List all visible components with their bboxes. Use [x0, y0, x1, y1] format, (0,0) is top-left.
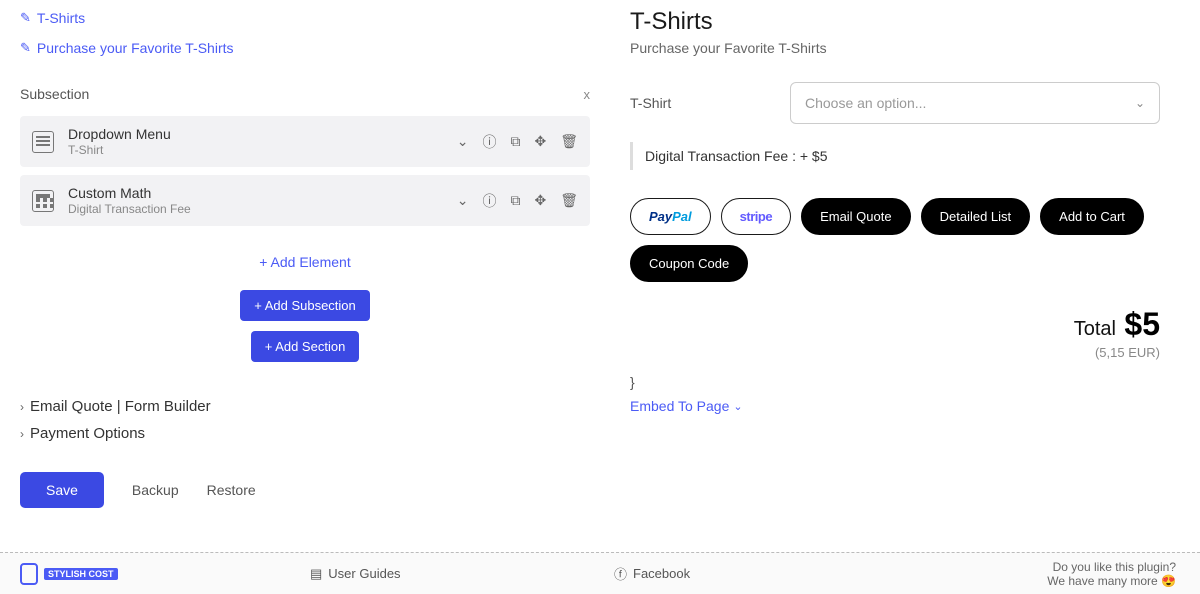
total-eur: (5,15 EUR) [630, 345, 1160, 360]
copy-icon[interactable]: ⧉ [510, 192, 520, 209]
footer: STYLISH COST ▤ User Guides ⓕ Facebook Do… [0, 552, 1200, 594]
preview-subtitle: Purchase your Favorite T-Shirts [630, 40, 1160, 56]
pencil-icon: ✎ [20, 10, 31, 26]
plugin-badge: STYLISH COST [20, 563, 118, 585]
chevron-down-icon: ⌄ [733, 400, 742, 413]
accordion-label: Email Quote | Form Builder [30, 398, 211, 415]
stripe-logo: stripe [740, 209, 772, 224]
pencil-icon: ✎ [20, 40, 31, 56]
title-text: T-Shirts [37, 10, 85, 26]
trash-icon[interactable]: 🗑 [560, 192, 578, 209]
chevron-down-icon[interactable]: ⌄ [457, 133, 469, 150]
field-label: T-Shirt [630, 95, 760, 111]
element-controls: ⌄ ⓘ ⧉ ✥ 🗑 [457, 191, 578, 211]
subsection-header: Subsection x [20, 86, 590, 102]
add-subsection-button[interactable]: + Add Subsection [240, 290, 370, 321]
select-placeholder: Choose an option... [805, 95, 926, 111]
paypal-logo: PayPal [649, 209, 692, 224]
facebook-link[interactable]: ⓕ Facebook [614, 564, 690, 583]
embed-label: Embed To Page [630, 398, 729, 414]
save-bar: Save Backup Restore [20, 472, 590, 508]
facebook-icon: ⓕ [614, 564, 627, 583]
tshirt-select[interactable]: Choose an option... ⌄ [790, 82, 1160, 124]
accordion-payment-options[interactable]: › Payment Options [20, 425, 590, 442]
element-title: Dropdown Menu [68, 126, 443, 142]
preview-title: T-Shirts [630, 8, 1160, 36]
user-guides-link[interactable]: ▤ User Guides [310, 566, 401, 582]
add-section-button[interactable]: + Add Section [251, 331, 360, 362]
editable-title[interactable]: ✎ T-Shirts [20, 10, 590, 26]
element-custom-math[interactable]: Custom Math Digital Transaction Fee ⌄ ⓘ … [20, 175, 590, 226]
closing-brace: } [630, 374, 1160, 390]
dropdown-icon [32, 131, 54, 153]
copy-icon[interactable]: ⧉ [510, 133, 520, 150]
stripe-button[interactable]: stripe [721, 198, 791, 235]
paypal-button[interactable]: PayPal [630, 198, 711, 235]
move-icon[interactable]: ✥ [534, 133, 546, 150]
add-element-link[interactable]: + Add Element [20, 254, 590, 270]
total-row: Total $5 (5,15 EUR) [630, 306, 1160, 360]
subtitle-text: Purchase your Favorite T-Shirts [37, 40, 234, 56]
info-icon[interactable]: ⓘ [482, 191, 496, 211]
element-controls: ⌄ ⓘ ⧉ ✥ 🗑 [457, 132, 578, 152]
chevron-down-icon: ⌄ [1135, 96, 1145, 110]
chevron-down-icon[interactable]: ⌄ [457, 192, 469, 209]
editor-panel: ✎ T-Shirts ✎ Purchase your Favorite T-Sh… [0, 0, 610, 594]
chevron-right-icon: › [20, 427, 24, 441]
move-icon[interactable]: ✥ [534, 192, 546, 209]
total-value: $5 [1124, 306, 1160, 342]
action-buttons: PayPal stripe Email Quote Detailed List … [630, 198, 1160, 235]
tshirt-field-row: T-Shirt Choose an option... ⌄ [630, 82, 1160, 124]
element-sub: T-Shirt [68, 143, 443, 157]
element-text: Dropdown Menu T-Shirt [68, 126, 443, 157]
subsection-label: Subsection [20, 86, 89, 102]
restore-link[interactable]: Restore [207, 482, 256, 498]
save-button[interactable]: Save [20, 472, 104, 508]
total-label: Total [1074, 318, 1116, 340]
calculator-icon [32, 190, 54, 212]
email-quote-button[interactable]: Email Quote [801, 198, 911, 235]
badge-icon [20, 563, 38, 585]
element-title: Custom Math [68, 185, 443, 201]
preview-panel: T-Shirts Purchase your Favorite T-Shirts… [610, 0, 1200, 594]
accordion-label: Payment Options [30, 425, 145, 442]
embed-to-page-link[interactable]: Embed To Page ⌄ [630, 398, 1160, 414]
book-icon: ▤ [310, 566, 322, 582]
backup-link[interactable]: Backup [132, 482, 179, 498]
element-dropdown-menu[interactable]: Dropdown Menu T-Shirt ⌄ ⓘ ⧉ ✥ 🗑 [20, 116, 590, 167]
transaction-fee: Digital Transaction Fee : + $5 [630, 142, 1160, 170]
trash-icon[interactable]: 🗑 [560, 133, 578, 150]
detailed-list-button[interactable]: Detailed List [921, 198, 1031, 235]
footer-cta: Do you like this plugin? We have many mo… [1047, 560, 1176, 588]
badge-label: STYLISH COST [44, 568, 118, 580]
element-text: Custom Math Digital Transaction Fee [68, 185, 443, 216]
subsection-close[interactable]: x [584, 87, 591, 102]
add-to-cart-button[interactable]: Add to Cart [1040, 198, 1144, 235]
editable-subtitle[interactable]: ✎ Purchase your Favorite T-Shirts [20, 40, 590, 56]
element-sub: Digital Transaction Fee [68, 202, 443, 216]
accordion-email-quote[interactable]: › Email Quote | Form Builder [20, 398, 590, 415]
info-icon[interactable]: ⓘ [482, 132, 496, 152]
chevron-right-icon: › [20, 400, 24, 414]
coupon-code-button[interactable]: Coupon Code [630, 245, 748, 282]
